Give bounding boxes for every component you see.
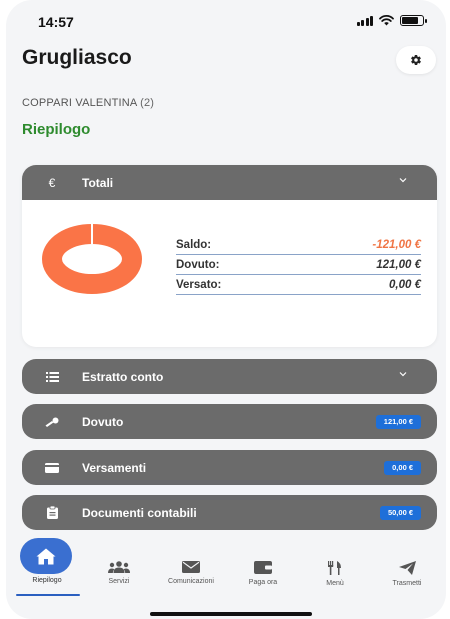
versamenti-section[interactable]: Versamenti 0,00 € [22,450,437,485]
users-icon [108,561,130,573]
chevron-down-icon [399,178,407,183]
clipboard-icon [22,506,82,519]
battery-icon [400,15,427,26]
dovuto-row: Dovuto: 121,00 € [176,255,421,275]
tab-paga-ora-label: Paga ora [248,579,278,586]
tab-riepilogo-button[interactable] [20,538,72,574]
totali-label: Totali [82,175,114,190]
page-title: Grugliasco [22,46,132,69]
tab-riepilogo-label: Riepilogo [32,577,62,584]
euro-icon: € [48,175,56,190]
documenti-contabili-label: Documenti contabili [82,505,197,520]
status-time: 14:57 [38,14,74,30]
saldo-row: Saldo: -121,00 € [176,235,421,255]
dovuto-badge: 121,00 € [375,415,421,429]
user-count: (2) [140,97,155,109]
wifi-icon [379,15,394,26]
tab-riepilogo[interactable]: Riepilogo [12,577,82,584]
tab-comunicazioni[interactable]: Comunicazioni [156,561,226,585]
envelope-icon [182,561,200,573]
documenti-badge: 50,00 € [379,506,421,520]
settings-button[interactable] [396,46,436,74]
dovuto-label: Dovuto [82,414,124,429]
versato-row: Versato: 0,00 € [176,275,421,295]
tab-menu-label: Menù [326,580,344,587]
tab-trasmetti-label: Trasmetti [392,580,422,587]
key-icon [22,417,82,427]
home-indicator [150,612,312,616]
chevron-down-icon [399,372,407,377]
saldo-label: Saldo: [176,239,212,251]
status-bar: 14:57 [6,0,446,40]
versato-label: Versato: [176,279,222,291]
saldo-value: -121,00 € [372,239,421,251]
tab-menu[interactable]: Menù [300,561,370,587]
tab-trasmetti[interactable]: Trasmetti [372,561,442,587]
card-icon [22,462,82,473]
totali-rows: Saldo: -121,00 € Dovuto: 121,00 € Versat… [176,235,421,295]
gear-icon [411,54,421,66]
user-name: COPPARI VALENTINA (2) [22,97,154,109]
totali-header[interactable]: € Totali [22,165,437,200]
estratto-conto-section[interactable]: Estratto conto [22,359,437,394]
list-icon [22,371,82,382]
dovuto-label: Dovuto: [176,259,220,271]
versamenti-label: Versamenti [82,460,147,475]
estratto-conto-label: Estratto conto [82,369,164,384]
wallet-icon [254,561,272,574]
saldo-donut-chart [42,224,142,294]
versamenti-badge: 0,00 € [384,461,421,475]
documenti-contabili-section[interactable]: Documenti contabili 50,00 € [22,495,437,530]
status-icons [356,15,427,26]
tab-paga-ora[interactable]: Paga ora [228,561,298,586]
utensils-icon [328,561,341,575]
dovuto-value: 121,00 € [376,259,421,271]
tab-comunicazioni-label: Comunicazioni [168,578,214,585]
section-title: Riepilogo [22,121,91,138]
home-icon [36,548,56,564]
dovuto-section[interactable]: Dovuto 121,00 € [22,404,437,439]
user-name-text: COPPARI VALENTINA [22,97,137,109]
paper-plane-icon [398,561,416,575]
versato-value: 0,00 € [389,279,421,291]
signal-icon [356,15,373,26]
tab-servizi[interactable]: Servizi [84,561,154,585]
active-tab-indicator [16,594,80,596]
totali-card: € Totali Saldo: -121,00 € Dovuto: 121,00… [22,165,437,347]
phone-screen: 14:57 Grugliasco COPPARI VALENTINA (2) R… [6,0,446,619]
tab-servizi-label: Servizi [108,578,130,585]
